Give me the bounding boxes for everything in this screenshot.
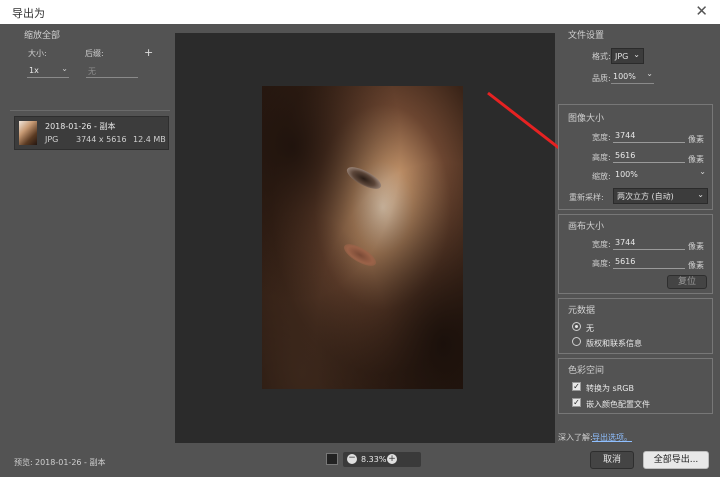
image-height-unit: 像素 bbox=[688, 155, 704, 164]
zoom-out-icon[interactable]: − bbox=[347, 454, 357, 464]
chevron-down-icon: ⌄ bbox=[699, 167, 706, 176]
export-options-link[interactable]: 导出选项。 bbox=[592, 432, 632, 443]
image-height-value: 5616 bbox=[615, 151, 636, 160]
export-all-button[interactable]: 全部导出... bbox=[643, 451, 709, 469]
asset-format: JPG bbox=[45, 135, 59, 144]
image-height-label: 高度: bbox=[592, 153, 611, 162]
asset-dimensions: 3744 x 5616 bbox=[76, 135, 127, 144]
canvas-size-title: 画布大小 bbox=[568, 222, 605, 232]
suffix-label: 后缀: bbox=[85, 49, 104, 58]
file-settings-title: 文件设置 bbox=[568, 31, 605, 41]
scale-all-title: 缩放全部 bbox=[24, 31, 61, 41]
chevron-down-icon: ⌄ bbox=[61, 64, 68, 73]
chevron-down-icon: ⌄ bbox=[633, 50, 640, 59]
canvas-height-value: 5616 bbox=[615, 257, 636, 266]
window-title: 导出为 bbox=[12, 7, 45, 20]
close-icon[interactable]: ✕ bbox=[695, 2, 708, 20]
convert-srgb-checkbox[interactable]: ✓ bbox=[572, 382, 581, 391]
divider bbox=[10, 110, 170, 111]
image-width-unit: 像素 bbox=[688, 135, 704, 144]
size-select[interactable]: 1x ⌄ bbox=[27, 64, 69, 78]
metadata-none-radio[interactable] bbox=[572, 322, 581, 331]
size-value: 1x bbox=[29, 66, 39, 75]
resample-label: 重新采样: bbox=[569, 193, 604, 202]
canvas-width-value: 3744 bbox=[615, 238, 636, 247]
asset-thumbnail bbox=[19, 121, 37, 145]
asset-list-item[interactable]: 2018-01-26 - 副本 JPG 3744 x 5616 12.4 MB bbox=[14, 116, 169, 150]
asset-name: 2018-01-26 - 副本 bbox=[45, 122, 116, 131]
canvas-width-label: 宽度: bbox=[592, 240, 611, 249]
metadata-panel: 元数据 无 版权和联系信息 bbox=[558, 298, 713, 354]
suffix-placeholder: 无 bbox=[88, 67, 96, 76]
canvas-height-unit: 像素 bbox=[688, 261, 704, 270]
cancel-button[interactable]: 取消 bbox=[590, 451, 634, 469]
image-height-input[interactable]: 5616 bbox=[613, 150, 685, 163]
format-select[interactable]: JPG ⌄ bbox=[611, 48, 644, 64]
asset-filesize: 12.4 MB bbox=[133, 135, 166, 144]
suffix-input[interactable]: 无 bbox=[86, 64, 138, 78]
zoom-level: 8.33% bbox=[361, 455, 387, 464]
color-space-title: 色彩空间 bbox=[568, 366, 605, 376]
learn-more-text: 深入了解: bbox=[558, 433, 593, 442]
quality-label: 品质: bbox=[592, 74, 611, 83]
scale-value: 100% bbox=[615, 170, 638, 179]
canvas-height-label: 高度: bbox=[592, 259, 611, 268]
canvas-width-unit: 像素 bbox=[688, 242, 704, 251]
color-space-panel: 色彩空间 ✓ 转换为 sRGB ✓ 嵌入颜色配置文件 bbox=[558, 358, 713, 414]
canvas-size-panel: 画布大小 宽度: 3744 像素 高度: 5616 像素 复位 bbox=[558, 214, 713, 294]
image-width-label: 宽度: bbox=[592, 133, 611, 142]
image-width-value: 3744 bbox=[615, 131, 636, 140]
add-scale-icon[interactable]: + bbox=[144, 46, 153, 59]
quality-input[interactable]: 100% ⌄ bbox=[611, 69, 654, 84]
preview-label: 预览: bbox=[14, 458, 33, 467]
image-width-input[interactable]: 3744 bbox=[613, 130, 685, 143]
reset-button[interactable]: 复位 bbox=[667, 275, 707, 289]
quality-value: 100% bbox=[613, 72, 636, 81]
format-value: JPG bbox=[615, 52, 629, 61]
preview-filename: 2018-01-26 - 副本 bbox=[35, 458, 106, 467]
zoom-control: − 8.33% + bbox=[343, 452, 421, 467]
zoom-in-icon[interactable]: + bbox=[387, 454, 397, 464]
format-label: 格式: bbox=[592, 52, 611, 61]
metadata-copyright-radio[interactable] bbox=[572, 337, 581, 346]
resample-select[interactable]: 两次立方 (自动) ⌄ bbox=[613, 188, 708, 204]
chevron-down-icon: ⌄ bbox=[646, 69, 653, 78]
title-bar: 导出为 ✕ bbox=[0, 0, 720, 24]
canvas-width-input[interactable]: 3744 bbox=[613, 237, 685, 250]
chevron-down-icon: ⌄ bbox=[697, 190, 704, 199]
convert-srgb-label: 转换为 sRGB bbox=[586, 384, 634, 393]
scale-input[interactable]: 100% ⌄ bbox=[613, 167, 708, 181]
file-settings-panel: 文件设置 格式: JPG ⌄ 品质: 100% ⌄ bbox=[558, 24, 713, 96]
metadata-none-label: 无 bbox=[586, 324, 594, 333]
metadata-copyright-label: 版权和联系信息 bbox=[586, 339, 642, 348]
preview-image bbox=[262, 86, 463, 389]
scale-all-panel: 缩放全部 大小: 后缀: + 1x ⌄ 无 2018-01-26 - 副本 JP… bbox=[10, 24, 170, 444]
fit-screen-icon[interactable] bbox=[326, 453, 338, 465]
scale-label: 缩放: bbox=[592, 172, 611, 181]
embed-profile-checkbox[interactable]: ✓ bbox=[572, 398, 581, 407]
embed-profile-label: 嵌入颜色配置文件 bbox=[586, 400, 650, 409]
metadata-title: 元数据 bbox=[568, 306, 596, 316]
resample-value: 两次立方 (自动) bbox=[617, 192, 674, 201]
image-size-panel: 图像大小 宽度: 3744 像素 高度: 5616 像素 缩放: 100% ⌄ … bbox=[558, 104, 713, 210]
image-size-title: 图像大小 bbox=[568, 114, 605, 124]
canvas-height-input[interactable]: 5616 bbox=[613, 256, 685, 269]
size-label: 大小: bbox=[28, 49, 47, 58]
